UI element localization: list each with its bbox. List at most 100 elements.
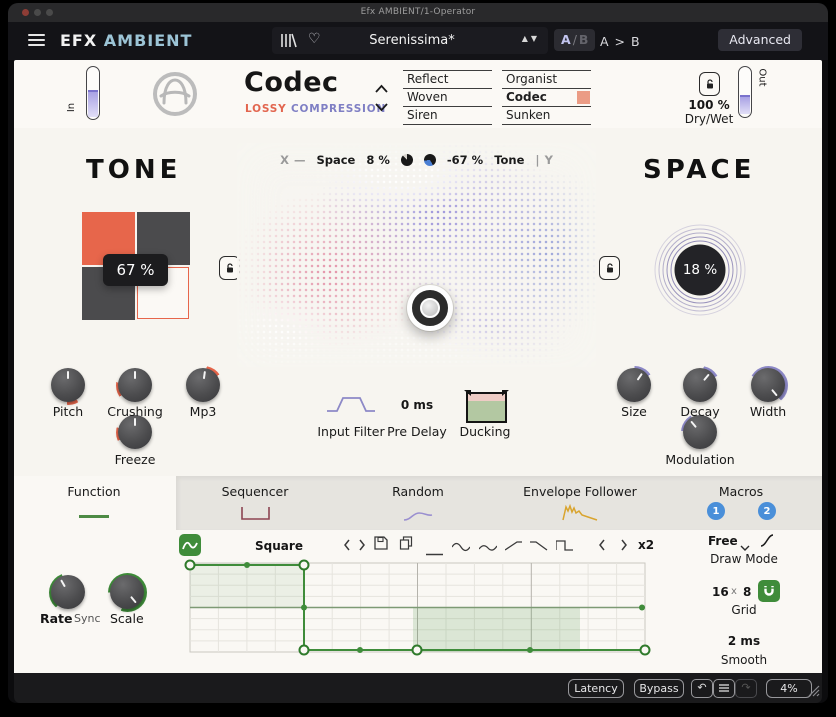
preset-down-icon[interactable]: [374, 97, 389, 116]
curve-mode-icon[interactable]: [760, 532, 774, 551]
shape-ramp-down-icon[interactable]: [530, 536, 548, 555]
preset-item[interactable]: Organist: [502, 71, 591, 89]
mp3-knob[interactable]: [186, 368, 220, 402]
freeze-knob[interactable]: [118, 415, 152, 449]
drywet-value[interactable]: 100 %: [674, 98, 744, 112]
grid-label: Grid: [694, 603, 794, 617]
preset-item[interactable]: Reflect: [403, 71, 492, 89]
bypass-button[interactable]: Bypass: [634, 679, 684, 698]
preset-name[interactable]: Serenissima*: [332, 33, 492, 48]
decay-knob[interactable]: [683, 368, 717, 402]
size-knob[interactable]: [617, 368, 651, 402]
snap-magnet-toggle[interactable]: [758, 580, 780, 602]
preset-item[interactable]: Sunken: [502, 107, 591, 125]
smooth-label: Smooth: [694, 653, 794, 667]
tab-function[interactable]: Function: [24, 484, 164, 499]
macro-2-button[interactable]: 2: [758, 502, 776, 520]
shape-sine-icon[interactable]: [452, 537, 470, 556]
rate-label[interactable]: Rate: [40, 611, 73, 626]
envelope-follower-icon: [562, 504, 598, 526]
function-grid-editor[interactable]: [190, 563, 645, 652]
shape-next-icon[interactable]: [358, 536, 366, 555]
y-param-label: Tone: [494, 153, 524, 167]
pre-delay-value[interactable]: 0 ms: [382, 398, 452, 412]
ab-copy-button[interactable]: A > B: [600, 34, 641, 49]
main-panel: TONE 67 % X — Space 8 %: [14, 128, 822, 476]
pitch-knob[interactable]: [51, 368, 85, 402]
library-icon[interactable]: [280, 33, 297, 52]
favorite-heart-icon[interactable]: ♡: [308, 31, 321, 47]
ducking-icon[interactable]: [466, 392, 507, 423]
current-preset-type: LOSSY COMPRESSION: [245, 103, 386, 115]
tab-random[interactable]: Random: [348, 484, 488, 499]
history-list-icon[interactable]: [713, 679, 735, 698]
grid-rows-value[interactable]: 8: [743, 585, 751, 599]
shape-prev-icon[interactable]: [343, 536, 351, 555]
main-menu-icon[interactable]: [28, 34, 45, 47]
copy-icon[interactable]: [399, 535, 413, 554]
preset-item[interactable]: Siren: [403, 107, 492, 125]
drywet-lock-button[interactable]: [699, 72, 720, 96]
xy-pad-labels: X — Space 8 % -67 % Tone | Y: [237, 153, 596, 167]
preset-item-selected[interactable]: Codec: [502, 89, 591, 107]
xy-pad[interactable]: X — Space 8 % -67 % Tone | Y: [237, 143, 596, 367]
phase-prev-icon[interactable]: [598, 536, 606, 555]
resize-handle-icon[interactable]: [807, 682, 820, 701]
modulation-label: Modulation: [650, 452, 750, 467]
input-filter-icon[interactable]: [326, 396, 376, 417]
tone-title: TONE: [86, 155, 181, 185]
draw-mode-value[interactable]: Free: [708, 534, 738, 548]
redo-icon[interactable]: ↷: [735, 679, 757, 698]
input-meter: [86, 66, 100, 120]
draw-mode-label: Draw Mode: [694, 552, 794, 566]
tab-macros[interactable]: Macros: [671, 484, 811, 499]
preset-list-left: Reflect Woven Siren: [403, 70, 492, 125]
width-label: Width: [718, 404, 818, 419]
x-param-label: Space: [316, 153, 355, 167]
scale-knob[interactable]: [110, 575, 144, 609]
x-amount-pie-icon: [401, 154, 413, 166]
ab-toggle[interactable]: A/B: [554, 29, 595, 51]
width-knob[interactable]: [751, 368, 785, 402]
smooth-value[interactable]: 2 ms: [694, 634, 794, 648]
shape-wave-icon[interactable]: [479, 537, 497, 556]
output-meter: [738, 66, 752, 118]
random-curve-icon: [403, 507, 433, 526]
modulation-knob[interactable]: [683, 415, 717, 449]
shape-square-icon[interactable]: [556, 536, 574, 555]
plugin-window: Efx AMBIENT/1-Operator EFX AMBIENT ♡ Ser…: [8, 3, 828, 703]
space-title: SPACE: [643, 155, 755, 185]
shape-name[interactable]: Square: [242, 539, 316, 553]
space-knob[interactable]: 18 %: [650, 220, 750, 320]
cpu-meter-button[interactable]: 4%: [766, 679, 812, 698]
preset-up-icon[interactable]: [374, 79, 389, 98]
tab-envelope-follower[interactable]: Envelope Follower: [510, 484, 650, 499]
xy-pad-puck[interactable]: [407, 285, 453, 331]
modulation-tab-bar: Function Sequencer Random Envelope Follo…: [14, 476, 822, 530]
tab-sequencer[interactable]: Sequencer: [185, 484, 325, 499]
shape-ramp-up-icon[interactable]: [505, 536, 523, 555]
phase-next-icon[interactable]: [620, 536, 628, 555]
scale-label: Scale: [110, 611, 144, 626]
advanced-button[interactable]: Advanced: [718, 29, 802, 51]
preset-item[interactable]: Woven: [403, 89, 492, 107]
preset-prev-next-icons[interactable]: ▲▼: [522, 34, 540, 43]
shape-line-icon[interactable]: [426, 541, 443, 560]
grid-columns-value[interactable]: 16: [712, 585, 729, 599]
space-lock-button[interactable]: [599, 256, 620, 280]
app-title: EFX AMBIENT: [60, 31, 192, 50]
rate-multiplier[interactable]: x2: [638, 538, 654, 552]
tone-value-tooltip: 67 %: [103, 254, 168, 286]
preset-browser-bar[interactable]: ♡ Serenissima* ▲▼: [272, 27, 548, 54]
function-enable-toggle[interactable]: [179, 534, 201, 556]
crushing-knob[interactable]: [118, 368, 152, 402]
latency-button[interactable]: Latency: [568, 679, 624, 698]
sync-label[interactable]: Sync: [74, 612, 101, 625]
rate-knob[interactable]: [51, 575, 85, 609]
arturia-logo-icon: [151, 70, 199, 122]
undo-icon[interactable]: ↶: [691, 679, 713, 698]
grid-times: x: [731, 586, 737, 597]
macro-1-button[interactable]: 1: [707, 502, 725, 520]
freeze-label: Freeze: [85, 452, 185, 467]
save-icon[interactable]: [374, 535, 388, 554]
